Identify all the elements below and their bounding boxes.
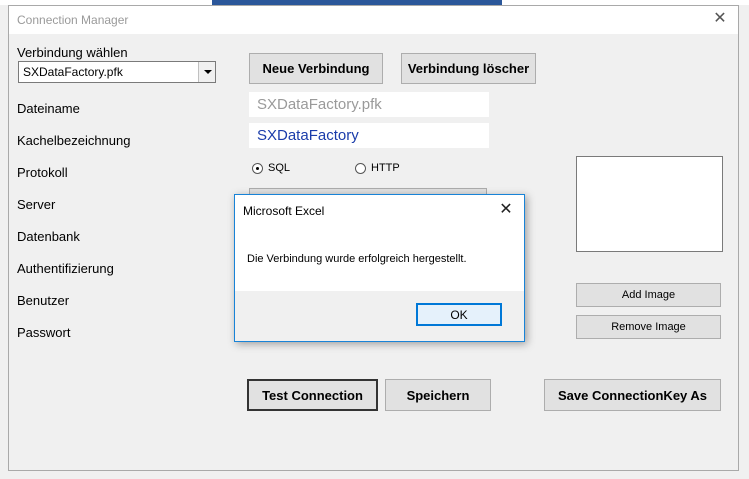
protokoll-label: Protokoll	[17, 165, 68, 180]
kachelbezeichnung-label: Kachelbezeichnung	[17, 133, 131, 148]
message-dialog: Microsoft Excel ✕ Die Verbindung wurde e…	[234, 194, 525, 342]
protocol-radio-sql-label: SQL	[268, 162, 291, 174]
protocol-radio-http[interactable]: HTTP	[355, 162, 400, 174]
connection-select-value: SXDataFactory.pfk	[23, 65, 123, 79]
select-connection-label: Verbindung wählen	[17, 45, 128, 60]
datenbank-label: Datenbank	[17, 229, 80, 244]
window-titlebar: Connection Manager ✕	[9, 6, 738, 34]
dialog-close-icon[interactable]: ✕	[496, 200, 516, 220]
authentifizierung-label: Authentifizierung	[17, 261, 114, 276]
window-title: Connection Manager	[17, 13, 129, 27]
connection-select[interactable]: SXDataFactory.pfk	[18, 61, 216, 83]
image-preview	[576, 156, 723, 252]
benutzer-label: Benutzer	[17, 293, 70, 308]
add-image-button[interactable]: Add Image	[576, 283, 721, 307]
new-connection-button[interactable]: Neue Verbindung	[249, 53, 383, 84]
window-close-icon[interactable]: ✕	[710, 9, 730, 29]
ok-button[interactable]: OK	[416, 303, 502, 326]
dialog-title: Microsoft Excel	[243, 204, 325, 218]
passwort-label: Passwort	[17, 325, 71, 340]
server-label: Server	[17, 197, 56, 212]
dateiname-field[interactable]: SXDataFactory.pfk	[249, 92, 489, 117]
radio-selected-icon	[252, 162, 263, 174]
kachelbezeichnung-field[interactable]: SXDataFactory	[249, 123, 489, 148]
delete-connection-button[interactable]: Verbindung löscher	[401, 53, 536, 84]
chevron-down-icon[interactable]	[198, 62, 215, 82]
test-connection-button[interactable]: Test Connection	[247, 379, 378, 411]
dialog-footer: OK	[235, 291, 524, 341]
remove-image-button[interactable]: Remove Image	[576, 315, 721, 339]
dialog-message: Die Verbindung wurde erfolgreich hergest…	[247, 253, 467, 265]
protocol-radio-http-label: HTTP	[371, 162, 400, 174]
protocol-radio-sql[interactable]: SQL	[252, 162, 290, 174]
save-button[interactable]: Speichern	[385, 379, 491, 411]
dateiname-label: Dateiname	[17, 101, 80, 116]
save-connection-key-button[interactable]: Save ConnectionKey As	[544, 379, 721, 411]
radio-unselected-icon	[355, 162, 366, 174]
